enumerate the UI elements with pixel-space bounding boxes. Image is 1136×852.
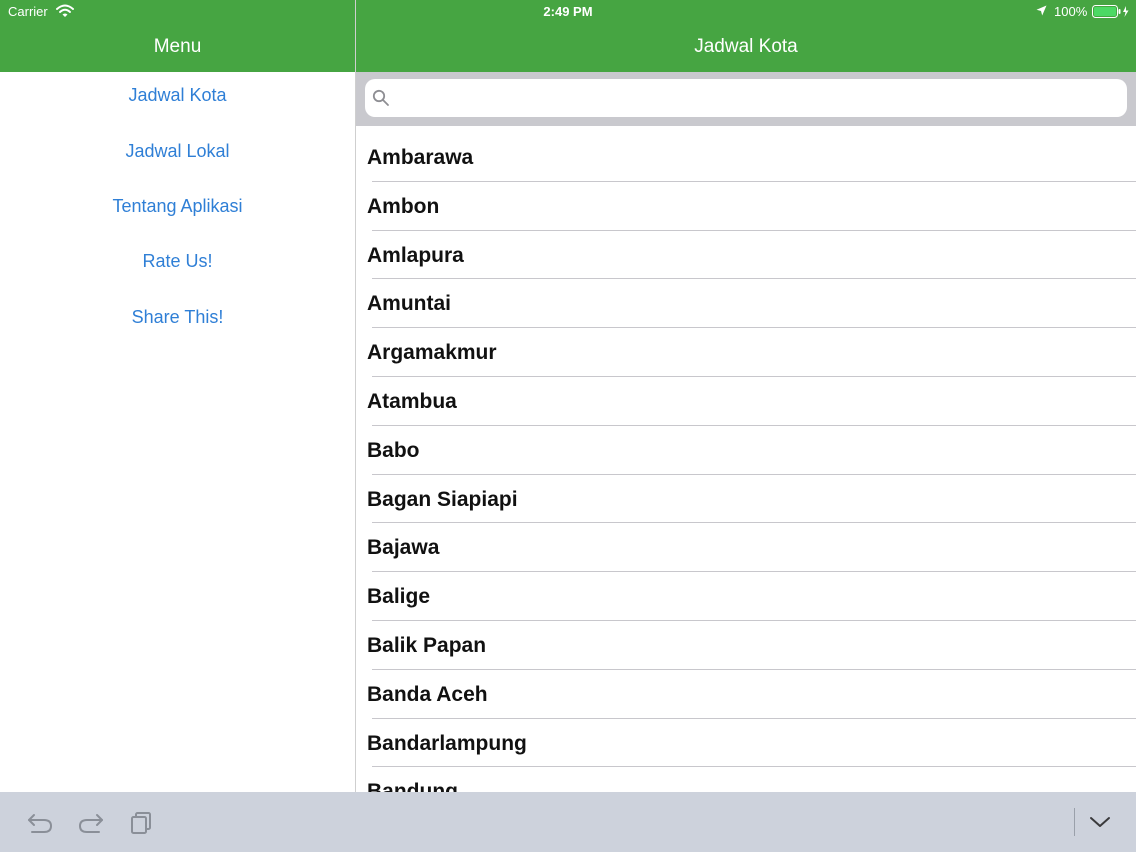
sidebar-title: Menu <box>153 36 202 57</box>
table-row[interactable]: Bajawa <box>356 523 1136 573</box>
sidebar-item-rate-us[interactable]: Rate Us! <box>0 245 355 277</box>
table-row[interactable]: Bandarlampung <box>356 719 1136 768</box>
status-carrier: Carrier <box>8 4 48 19</box>
city-name: Babo <box>367 438 420 462</box>
sidebar-item-jadwal-lokal[interactable]: Jadwal Lokal <box>0 135 355 167</box>
redo-icon[interactable] <box>76 807 106 837</box>
sidebar-item-jadwal-kota[interactable]: Jadwal Kota <box>0 79 355 111</box>
search-input[interactable] <box>396 83 1116 113</box>
table-row[interactable]: Balige <box>356 572 1136 621</box>
search-icon <box>372 89 389 106</box>
table-row[interactable]: Balik Papan <box>356 621 1136 670</box>
city-name: Banda Aceh <box>367 682 488 706</box>
status-time: 2:49 PM <box>543 4 593 19</box>
city-name: Bajawa <box>367 536 440 560</box>
table-row[interactable]: Ambon <box>356 182 1136 231</box>
status-bar: Carrier 2:49 PM 100% <box>0 0 1136 22</box>
table-row[interactable]: Argamakmur <box>356 328 1136 377</box>
sidebar-menu <box>0 72 355 792</box>
keyboard-accessory-bar <box>0 792 1136 852</box>
page-title: Jadwal Kota <box>694 36 798 57</box>
table-row[interactable]: Bagan Siapiapi <box>356 475 1136 524</box>
city-list: Ambarawa Ambon Amlapura Amuntai Argamakmur At… <box>356 133 1136 792</box>
table-row[interactable]: Atambua <box>356 377 1136 426</box>
location-arrow-icon <box>1036 5 1047 16</box>
table-row[interactable]: Babo <box>356 426 1136 475</box>
city-name: Bandarlampung <box>367 731 527 755</box>
battery-charging-icon <box>1092 5 1129 18</box>
sidebar-item-tentang-aplikasi[interactable]: Tentang Aplikasi <box>0 190 355 222</box>
city-name: Bandung <box>367 780 458 792</box>
city-name: Amlapura <box>367 243 464 267</box>
paste-icon[interactable] <box>127 807 157 837</box>
city-name: Amuntai <box>367 292 451 316</box>
city-name: Atambua <box>367 389 457 413</box>
city-name: Ambarawa <box>367 146 474 169</box>
dismiss-keyboard-icon[interactable] <box>1085 807 1115 837</box>
sidebar-item-share-this[interactable]: Share This! <box>0 301 355 333</box>
app-root: Carrier 2:49 PM 100% Menu Jadwal Kota Ja… <box>0 0 1136 852</box>
battery-percentage: 100% <box>1054 4 1088 19</box>
table-row[interactable]: Bandung <box>356 767 1136 792</box>
city-name: Ambon <box>367 194 440 218</box>
table-row[interactable]: Amlapura <box>356 231 1136 280</box>
city-name: Bagan Siapiapi <box>367 487 518 511</box>
keyboard-bar-divider <box>1074 808 1075 836</box>
city-name: Balik Papan <box>367 633 487 657</box>
table-row[interactable]: Banda Aceh <box>356 670 1136 719</box>
wifi-icon <box>56 4 74 17</box>
undo-icon[interactable] <box>25 807 55 837</box>
table-row[interactable]: Amuntai <box>356 279 1136 329</box>
table-row[interactable]: Ambarawa <box>356 133 1136 182</box>
city-name: Argamakmur <box>367 341 497 365</box>
city-name: Balige <box>367 585 431 609</box>
